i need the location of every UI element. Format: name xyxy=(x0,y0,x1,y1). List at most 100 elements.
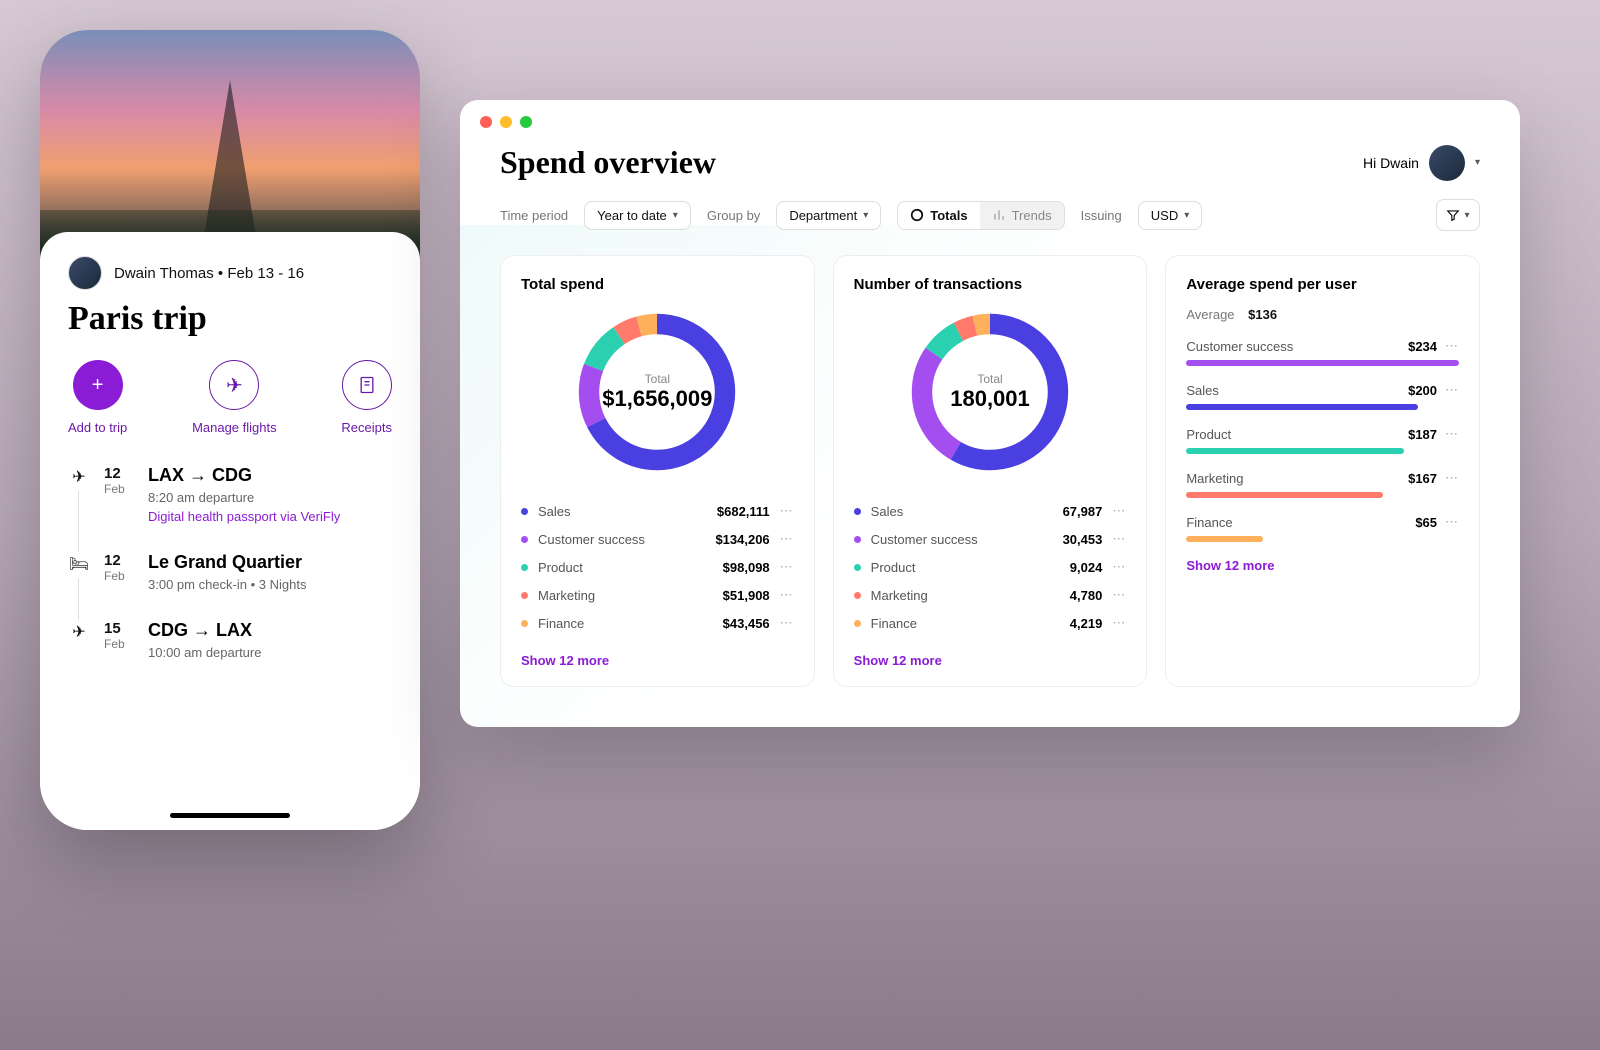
donut-icon xyxy=(910,208,924,222)
more-icon[interactable]: ⋯ xyxy=(1112,531,1126,547)
donut-center-label: Total xyxy=(977,372,1002,386)
avatar xyxy=(68,256,102,290)
legend-dot xyxy=(854,536,861,543)
group-by-select[interactable]: Department ▾ xyxy=(776,201,881,230)
more-icon[interactable]: ⋯ xyxy=(1445,426,1459,442)
show-more-link[interactable]: Show 12 more xyxy=(521,653,794,668)
more-icon[interactable]: ⋯ xyxy=(1112,615,1126,631)
bar-row: Marketing $167 ⋯ xyxy=(1186,470,1459,498)
greeting-text: Hi Dwain xyxy=(1363,155,1419,171)
chevron-down-icon: ▾ xyxy=(1464,210,1469,221)
show-more-link[interactable]: Show 12 more xyxy=(1186,558,1459,573)
legend-row: Finance 4,219 ⋯ xyxy=(854,609,1127,637)
legend-row: Finance $43,456 ⋯ xyxy=(521,609,794,637)
legend-row: Marketing 4,780 ⋯ xyxy=(854,581,1127,609)
legend-value: 4,780 xyxy=(1070,588,1103,603)
timeline-item[interactable]: ✈ 15Feb CDG → LAX 10:00 am departure xyxy=(68,620,392,660)
trip-meta-text: Dwain Thomas • Feb 13 - 16 xyxy=(114,265,304,282)
time-period-label: Time period xyxy=(500,208,568,223)
bar-value: $65 xyxy=(1415,515,1437,530)
legend-dot xyxy=(521,592,528,599)
legend-value: 9,024 xyxy=(1070,560,1103,575)
trip-timeline: ✈ 12Feb LAX → CDG 8:20 am departure Digi… xyxy=(68,465,392,660)
timeline-item[interactable]: ✈ 12Feb LAX → CDG 8:20 am departure Digi… xyxy=(68,465,392,524)
legend-row: Product 9,024 ⋯ xyxy=(854,553,1127,581)
more-icon[interactable]: ⋯ xyxy=(780,559,794,575)
maximize-icon[interactable] xyxy=(520,116,532,128)
legend-value: $682,111 xyxy=(717,504,770,519)
more-icon[interactable]: ⋯ xyxy=(780,503,794,519)
plane-icon: ✈ xyxy=(68,620,90,660)
show-more-link[interactable]: Show 12 more xyxy=(854,653,1127,668)
bar-fill xyxy=(1186,404,1418,410)
currency-value: USD xyxy=(1151,208,1178,223)
legend-dot xyxy=(521,536,528,543)
legend-dot xyxy=(854,564,861,571)
more-icon[interactable]: ⋯ xyxy=(1112,559,1126,575)
bar-name: Sales xyxy=(1186,383,1408,398)
average-line: Average $136 xyxy=(1186,307,1459,322)
card-title: Average spend per user xyxy=(1186,276,1459,293)
more-icon[interactable]: ⋯ xyxy=(780,531,794,547)
user-menu[interactable]: Hi Dwain ▾ xyxy=(1363,145,1480,181)
more-icon[interactable]: ⋯ xyxy=(1445,470,1459,486)
timeline-date: 12Feb xyxy=(104,552,134,592)
bar-row: Finance $65 ⋯ xyxy=(1186,514,1459,542)
legend-row: Sales 67,987 ⋯ xyxy=(854,497,1127,525)
more-icon[interactable]: ⋯ xyxy=(1112,503,1126,519)
currency-select[interactable]: USD ▾ xyxy=(1138,201,1202,230)
issuing-label: Issuing xyxy=(1081,208,1122,223)
more-icon[interactable]: ⋯ xyxy=(1445,338,1459,354)
close-icon[interactable] xyxy=(480,116,492,128)
more-icon[interactable]: ⋯ xyxy=(780,615,794,631)
card-title: Number of transactions xyxy=(854,276,1127,293)
view-toggle: Totals Trends xyxy=(897,201,1064,230)
legend-dot xyxy=(521,564,528,571)
funnel-icon xyxy=(1446,208,1460,222)
more-icon[interactable]: ⋯ xyxy=(780,587,794,603)
timeline-link[interactable]: Digital health passport via VeriFly xyxy=(148,509,392,524)
manage-flights-button[interactable]: ✈ Manage flights xyxy=(192,360,277,435)
bar-name: Finance xyxy=(1186,515,1415,530)
bar-value: $200 xyxy=(1408,383,1437,398)
trip-hero-image xyxy=(40,30,420,260)
timeline-item[interactable]: 🛏 12Feb Le Grand Quartier 3:00 pm check-… xyxy=(68,552,392,592)
chevron-down-icon: ▾ xyxy=(673,210,678,221)
chevron-down-icon: ▾ xyxy=(863,210,868,221)
chevron-down-icon: ▾ xyxy=(1475,157,1480,168)
receipts-button[interactable]: Receipts xyxy=(341,360,392,435)
avatar xyxy=(1429,145,1465,181)
trends-toggle[interactable]: Trends xyxy=(980,202,1064,229)
receipts-label: Receipts xyxy=(341,420,392,435)
cards-row: Total spend Total $1,656,009 Sales $682,… xyxy=(500,255,1480,687)
bar-name: Product xyxy=(1186,427,1408,442)
total-spend-donut: Total $1,656,009 xyxy=(572,307,742,477)
phone-mockup: Dwain Thomas • Feb 13 - 16 Paris trip + … xyxy=(40,30,420,830)
page-title: Spend overview xyxy=(500,144,716,181)
group-by-value: Department xyxy=(789,208,857,223)
timeline-date: 15Feb xyxy=(104,620,134,660)
avg-spend-card: Average spend per user Average $136 Cust… xyxy=(1165,255,1480,687)
totals-toggle[interactable]: Totals xyxy=(898,202,979,229)
legend-value: 4,219 xyxy=(1070,616,1103,631)
more-icon[interactable]: ⋯ xyxy=(1445,382,1459,398)
bar-list: Customer success $234 ⋯ Sales $200 ⋯ Pro… xyxy=(1186,338,1459,542)
trip-actions: + Add to trip ✈ Manage flights Receipts xyxy=(68,360,392,435)
timeline-date: 12Feb xyxy=(104,465,134,524)
minimize-icon[interactable] xyxy=(500,116,512,128)
legend-value: 67,987 xyxy=(1063,504,1103,519)
group-by-label: Group by xyxy=(707,208,760,223)
bar-value: $234 xyxy=(1408,339,1437,354)
bar-fill xyxy=(1186,492,1382,498)
filter-button[interactable]: ▾ xyxy=(1436,199,1480,231)
more-icon[interactable]: ⋯ xyxy=(1445,514,1459,530)
legend-name: Marketing xyxy=(538,588,723,603)
bar-row: Product $187 ⋯ xyxy=(1186,426,1459,454)
time-period-select[interactable]: Year to date ▾ xyxy=(584,201,691,230)
legend: Sales 67,987 ⋯ Customer success 30,453 ⋯… xyxy=(854,497,1127,637)
legend-dot xyxy=(854,620,861,627)
add-to-trip-button[interactable]: + Add to trip xyxy=(68,360,127,435)
more-icon[interactable]: ⋯ xyxy=(1112,587,1126,603)
plane-icon: ✈ xyxy=(209,360,259,410)
trip-panel: Dwain Thomas • Feb 13 - 16 Paris trip + … xyxy=(40,232,420,830)
